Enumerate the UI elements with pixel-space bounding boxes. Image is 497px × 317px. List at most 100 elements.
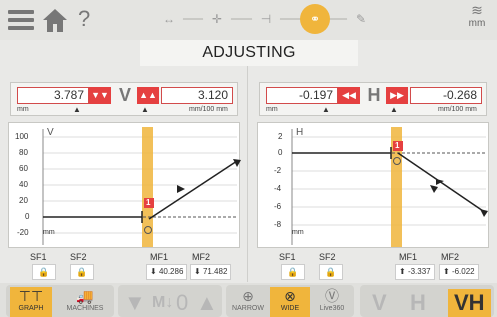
live360-button[interactable]: Ⓥ Live360 [314, 287, 350, 317]
arrow-right-icon: ▶▶ [386, 87, 408, 104]
y-tick: 0 [25, 212, 30, 221]
vertical-axis-label: V [118, 85, 131, 105]
y-tick: 60 [19, 164, 28, 173]
vh-circle-icon: Ⓥ [325, 288, 339, 304]
mf1-value-text: 40.286 [158, 267, 184, 276]
mf2-label: MF2 [441, 252, 459, 262]
menu-icon[interactable] [8, 10, 34, 30]
y-tick: -6 [274, 202, 282, 211]
vertical-angle-value: 3.120 [161, 87, 233, 104]
lock-icon[interactable]: 🔒 [32, 264, 56, 280]
vertical-graph[interactable]: V 100 80 60 40 20 0 -20 mm 1 [8, 122, 241, 248]
y-tick: 80 [19, 148, 28, 157]
chevron-down-icon[interactable]: ▼ [124, 289, 146, 317]
mf2-value: ⬆ -6.022 [439, 264, 479, 280]
graph-label: GRAPH [18, 305, 44, 312]
angle-unit: mm/100 mm [189, 106, 228, 113]
wide-label: WIDE [280, 305, 300, 312]
arrow-up-icon: ▲▲ [137, 87, 159, 104]
v-button[interactable]: V [372, 289, 387, 317]
wide-icon: ⊗ [284, 288, 296, 304]
range-group: ⊕ NARROW ⊗ WIDE Ⓥ Live360 [226, 285, 354, 317]
warning-icon: ▲ [73, 105, 81, 114]
unit-label: mm [292, 229, 304, 236]
horizontal-panel: -0.197 ◀◀ H ▶▶ -0.268 mm ▲ ▲ mm/100 mm H… [249, 66, 497, 282]
view-group: ⊤⊤ GRAPH 🚚 MACHINES [6, 285, 114, 317]
y-tick: -20 [17, 228, 29, 237]
adjust-step-icon[interactable]: ⚭ [300, 4, 330, 34]
help-button[interactable]: ? [78, 6, 90, 32]
horizontal-feet-row: SF1 SF2 MF1 MF2 🔒 🔒 ⬆ -3.337 ⬆ -6.022 [257, 252, 497, 282]
page-title: ADJUSTING [140, 40, 358, 66]
home-icon[interactable] [40, 6, 70, 34]
machines-button[interactable]: 🚚 MACHINES [62, 287, 108, 317]
horizontal-offset-value: -0.197 [266, 87, 338, 104]
warning-icon: ▲ [322, 105, 330, 114]
mf1-label: MF1 [399, 252, 417, 262]
vertical-feet-row: SF1 SF2 MF1 MF2 🔒 🔒 ⬇ 40.286 ⬇ 71.482 [8, 252, 248, 282]
mf1-value: ⬆ -3.337 [395, 264, 435, 280]
measure-step-icon[interactable]: ↔ [155, 5, 183, 33]
lock-icon[interactable]: 🔒 [319, 264, 343, 280]
vertical-panel: 3.787 ▼▼ V ▲▲ 3.120 mm ▲ ▲ mm/100 mm V 1… [0, 66, 248, 282]
arrow-left-icon: ◀◀ [338, 87, 360, 104]
horizontal-readout: -0.197 ◀◀ H ▶▶ -0.268 mm ▲ ▲ mm/100 mm [259, 82, 487, 116]
lock-icon[interactable]: 🔒 [281, 264, 305, 280]
lock-icon[interactable]: 🔒 [70, 264, 94, 280]
y-tick: -2 [274, 166, 282, 175]
live360-label: Live360 [319, 305, 345, 312]
center-step-icon[interactable]: ✛ [203, 5, 231, 33]
graph-button[interactable]: ⊤⊤ GRAPH [10, 287, 52, 317]
mf2-value-text: -6.022 [451, 267, 475, 276]
y-tick: 0 [278, 148, 283, 157]
horizontal-angle-value: -0.268 [410, 87, 482, 104]
zero-button[interactable]: 0 [176, 289, 188, 317]
y-tick: 2 [278, 132, 283, 141]
bottom-toolbar: ⊤⊤ GRAPH 🚚 MACHINES ▼ M↓ 0 ▲ ⊕ NARROW ⊗ … [0, 283, 497, 317]
warning-icon: ▲ [390, 105, 398, 114]
angle-unit: mm/100 mm [438, 106, 477, 113]
crosshair-icon: ⊕ [242, 288, 254, 304]
coupling-marker: 1 [395, 141, 400, 150]
horizontal-axis-label: H [367, 85, 381, 105]
mf2-value: ⬇ 71.482 [190, 264, 232, 280]
arrow-down-icon: ▼▼ [89, 87, 111, 104]
unit-label: mm [43, 229, 55, 236]
mf1-value: ⬇ 40.286 [146, 264, 188, 280]
horizontal-graph[interactable]: H 2 0 -2 -4 -6 -8 mm 1 [257, 122, 489, 248]
sf1-label: SF1 [30, 252, 47, 262]
shim-step-icon[interactable]: ⊣ [252, 5, 280, 33]
mf1-label: MF1 [150, 252, 168, 262]
narrow-button[interactable]: ⊕ NARROW [230, 287, 266, 317]
workflow-steps: ↔ ✛ ⊣ ⚭ ✎ [150, 4, 375, 34]
vertical-graph-label: V [47, 127, 54, 138]
warning-icon: ▲ [141, 105, 149, 114]
mf1-value-text: -3.337 [407, 267, 431, 276]
y-tick: -8 [274, 220, 282, 229]
offset-unit: mm [17, 106, 29, 113]
axis-group: V H VH [360, 285, 494, 317]
y-tick: -4 [274, 184, 282, 193]
machines-label: MACHINES [66, 305, 104, 312]
sf2-label: SF2 [70, 252, 87, 262]
moves-icon[interactable]: M↓ [152, 289, 173, 317]
mf2-label: MF2 [192, 252, 210, 262]
y-tick: 40 [19, 180, 28, 189]
sf2-label: SF2 [319, 252, 336, 262]
sf1-label: SF1 [279, 252, 296, 262]
chevron-up-icon[interactable]: ▲ [196, 289, 218, 317]
offset-unit: mm [266, 106, 278, 113]
vh-button[interactable]: VH [448, 289, 491, 317]
graph-icon: ⊤⊤ [18, 288, 44, 304]
machines-icon: 🚚 [76, 288, 94, 304]
narrow-label: NARROW [232, 305, 264, 312]
report-step-icon[interactable]: ✎ [347, 5, 375, 33]
coupling-marker: 1 [146, 198, 151, 207]
adjust-group: ▼ M↓ 0 ▲ [118, 285, 222, 317]
connection-status[interactable]: ≋ mm [465, 2, 489, 38]
top-bar: ? ↔ ✛ ⊣ ⚭ ✎ ≋ mm [0, 0, 497, 40]
unit-label: mm [468, 18, 486, 29]
mf2-value-text: 71.482 [202, 267, 228, 276]
h-button[interactable]: H [410, 289, 426, 317]
wide-button[interactable]: ⊗ WIDE [270, 287, 310, 317]
